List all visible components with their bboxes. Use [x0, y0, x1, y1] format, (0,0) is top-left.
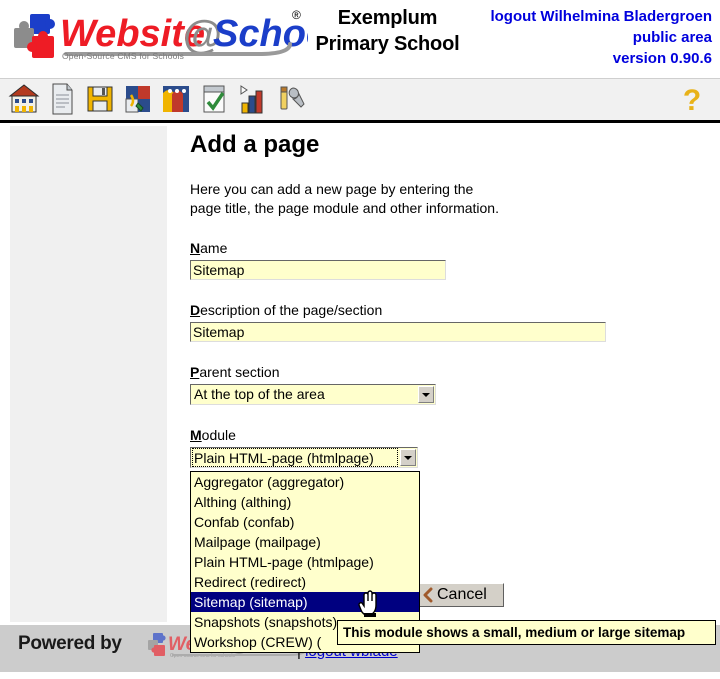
- main-toolbar: ?: [0, 78, 720, 122]
- toolbar-divider: [0, 120, 720, 123]
- powered-by-label: Powered by: [18, 633, 122, 654]
- module-tooltip: This module shows a small, medium or lar…: [337, 620, 716, 645]
- save-icon[interactable]: [84, 81, 116, 117]
- description-label: Description of the page/section: [190, 302, 710, 319]
- module-accesskey: M: [190, 427, 202, 443]
- school-name: Exemplum Primary School: [300, 5, 475, 57]
- home-icon[interactable]: [8, 81, 40, 117]
- module-option[interactable]: Sitemap (sitemap): [191, 592, 419, 612]
- toolbar-icon-group: [8, 81, 306, 117]
- parent-section-accesskey: P: [190, 364, 200, 380]
- module-option[interactable]: Confab (confab): [191, 512, 419, 532]
- logout-link[interactable]: logout Wilhelmina Bladergroen: [490, 6, 712, 27]
- main-content: Add a page Here you can add a new page b…: [190, 130, 710, 468]
- site-logo: Website @ School Open-Source CMS for Sch…: [8, 6, 308, 68]
- pagemanager-icon[interactable]: [122, 81, 154, 117]
- area-indicator: public area: [632, 29, 712, 46]
- chevron-down-icon[interactable]: [400, 449, 416, 466]
- module-select[interactable]: Plain HTML-page (htmlpage): [190, 447, 418, 468]
- module-option[interactable]: Redirect (redirect): [191, 572, 419, 592]
- intro-text: Here you can add a new page by entering …: [190, 181, 499, 216]
- footer-bottom-spacer: [0, 672, 720, 679]
- name-label: Name: [190, 240, 710, 257]
- tools-icon[interactable]: [274, 81, 306, 117]
- parent-section-select[interactable]: At the top of the area: [190, 384, 436, 405]
- chevron-down-icon[interactable]: [418, 386, 434, 403]
- description-label-rest: escription of the page/section: [200, 302, 383, 318]
- name-input[interactable]: [190, 260, 446, 280]
- header-user-info: logout Wilhelmina Bladergroen public are…: [490, 6, 712, 69]
- school-name-line-2: Primary School: [315, 33, 460, 55]
- module-select-value: Plain HTML-page (htmlpage): [192, 448, 398, 467]
- application-window: Website @ School Open-Source CMS for Sch…: [0, 0, 720, 679]
- page-header: Website @ School Open-Source CMS for Sch…: [0, 0, 720, 78]
- module-option[interactable]: Aggregator (aggregator): [191, 472, 419, 492]
- module-option[interactable]: Plain HTML-page (htmlpage): [191, 552, 419, 572]
- school-name-line-1: Exemplum: [337, 7, 438, 29]
- description-input[interactable]: [190, 322, 606, 342]
- cancel-arrow-icon: [423, 587, 433, 603]
- module-label-rest: odule: [201, 427, 236, 443]
- name-label-rest: ame: [200, 240, 228, 256]
- module-option[interactable]: Mailpage (mailpage): [191, 532, 419, 552]
- logo-tagline: Open-Source CMS for Schools: [62, 51, 185, 61]
- statistics-icon[interactable]: [236, 81, 268, 117]
- version-indicator: version 0.90.6: [612, 50, 712, 67]
- left-sidebar: [10, 126, 167, 622]
- description-accesskey: D: [190, 302, 201, 318]
- help-question-icon[interactable]: ?: [678, 83, 706, 117]
- module-option[interactable]: Althing (althing): [191, 492, 419, 512]
- tasks-icon[interactable]: [198, 81, 230, 117]
- svg-text:?: ?: [683, 84, 701, 117]
- page-title: Add a page: [190, 131, 320, 158]
- users-icon[interactable]: [160, 81, 192, 117]
- parent-section-label-rest: arent section: [199, 364, 280, 380]
- page-icon[interactable]: [46, 81, 78, 117]
- cancel-button-label: Cancel: [437, 586, 487, 603]
- parent-section-label: Parent section: [190, 364, 710, 381]
- cancel-button[interactable]: Cancel: [418, 583, 504, 607]
- name-accesskey: N: [190, 240, 201, 256]
- parent-section-value: At the top of the area: [194, 386, 325, 402]
- module-label: Module: [190, 427, 710, 444]
